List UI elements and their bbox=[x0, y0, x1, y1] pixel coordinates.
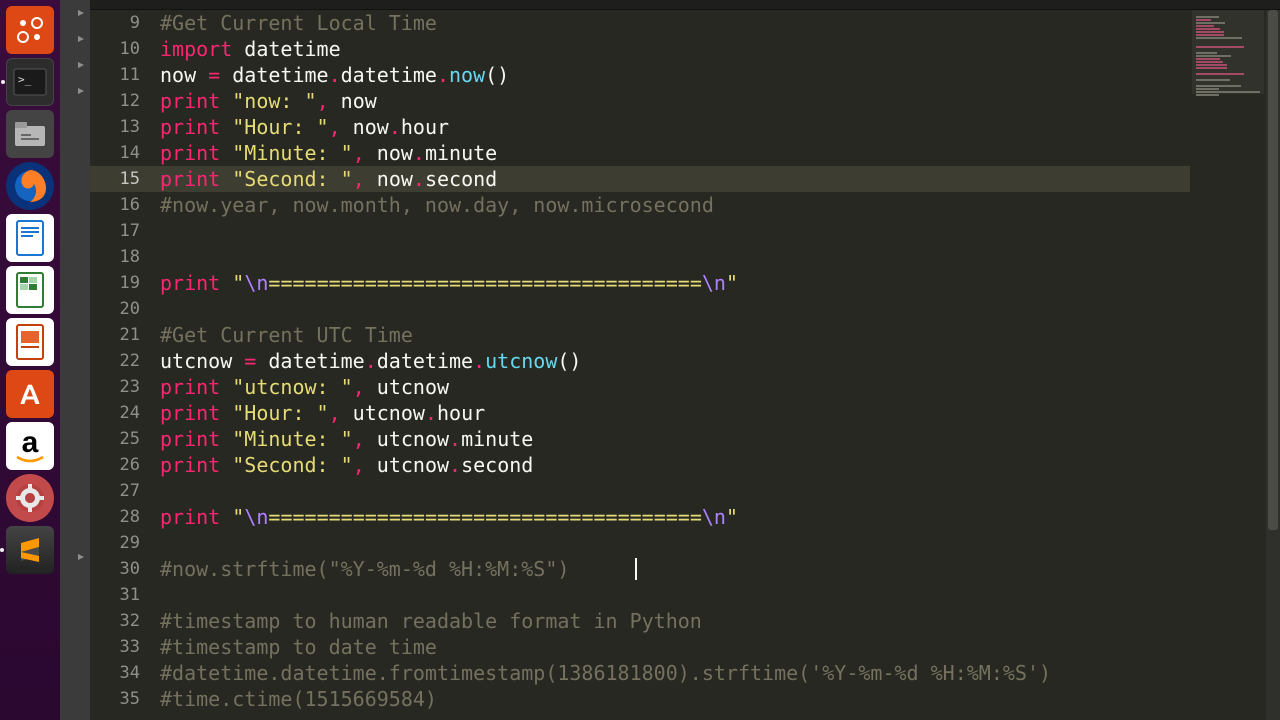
line-number: 13 bbox=[90, 114, 154, 140]
line-number: 31 bbox=[90, 582, 154, 608]
line-number: 24 bbox=[90, 400, 154, 426]
code-line[interactable]: print "now: ", now bbox=[154, 88, 1190, 114]
line-number: 17 bbox=[90, 218, 154, 244]
code-line[interactable]: now = datetime.datetime.now() bbox=[154, 62, 1190, 88]
text-cursor bbox=[635, 558, 637, 580]
code-line[interactable]: print "\n===============================… bbox=[154, 270, 1190, 296]
line-number: 15 bbox=[90, 166, 154, 192]
minimap[interactable] bbox=[1192, 10, 1264, 710]
line-number: 29 bbox=[90, 530, 154, 556]
code-line[interactable]: print "Second: ", utcnow.second bbox=[154, 452, 1190, 478]
terminal-icon[interactable]: >_ bbox=[6, 58, 54, 106]
line-number: 9 bbox=[90, 10, 154, 36]
editor-fold-gutter bbox=[60, 0, 90, 720]
line-number: 22 bbox=[90, 348, 154, 374]
line-number: 26 bbox=[90, 452, 154, 478]
line-number: 10 bbox=[90, 36, 154, 62]
amazon-icon[interactable]: a bbox=[6, 422, 54, 470]
line-number: 30 bbox=[90, 556, 154, 582]
code-line[interactable]: #timestamp to date time bbox=[154, 634, 1190, 660]
impress-icon[interactable] bbox=[6, 318, 54, 366]
line-number: 16 bbox=[90, 192, 154, 218]
line-number: 18 bbox=[90, 244, 154, 270]
code-line[interactable]: print "Hour: ", now.hour bbox=[154, 114, 1190, 140]
code-line[interactable] bbox=[154, 530, 1190, 556]
files-icon[interactable] bbox=[6, 110, 54, 158]
line-number: 33 bbox=[90, 634, 154, 660]
code-line[interactable] bbox=[154, 478, 1190, 504]
fold-marker-icon[interactable] bbox=[78, 554, 84, 560]
line-number: 23 bbox=[90, 374, 154, 400]
code-line[interactable] bbox=[154, 582, 1190, 608]
code-line[interactable] bbox=[154, 296, 1190, 322]
fold-marker-icon[interactable] bbox=[78, 10, 84, 16]
line-number: 32 bbox=[90, 608, 154, 634]
writer-icon[interactable] bbox=[6, 214, 54, 262]
code-line[interactable]: import datetime bbox=[154, 36, 1190, 62]
code-line[interactable]: #timestamp to human readable format in P… bbox=[154, 608, 1190, 634]
code-line[interactable]: print "utcnow: ", utcnow bbox=[154, 374, 1190, 400]
code-line[interactable]: #now.year, now.month, now.day, now.micro… bbox=[154, 192, 1190, 218]
code-line[interactable] bbox=[154, 218, 1190, 244]
line-number-gutter: 9101112131415161718192021222324252627282… bbox=[90, 10, 154, 720]
firefox-icon[interactable] bbox=[6, 162, 54, 210]
code-editor: 9101112131415161718192021222324252627282… bbox=[90, 0, 1280, 720]
ubuntu-software-icon[interactable]: A bbox=[6, 370, 54, 418]
line-number: 35 bbox=[90, 686, 154, 712]
vertical-scrollbar[interactable] bbox=[1266, 10, 1280, 720]
unity-launcher: >_ A a bbox=[0, 0, 60, 720]
code-line[interactable]: #datetime.datetime.fromtimestamp(1386181… bbox=[154, 660, 1190, 686]
line-number: 25 bbox=[90, 426, 154, 452]
code-area[interactable]: #Get Current Local Timeimport datetimeno… bbox=[154, 10, 1190, 720]
fold-marker-icon[interactable] bbox=[78, 36, 84, 42]
code-line[interactable]: print "Minute: ", now.minute bbox=[154, 140, 1190, 166]
code-line[interactable]: print "Minute: ", utcnow.minute bbox=[154, 426, 1190, 452]
code-line[interactable] bbox=[154, 244, 1190, 270]
fold-marker-icon[interactable] bbox=[78, 88, 84, 94]
line-number: 11 bbox=[90, 62, 154, 88]
line-number: 12 bbox=[90, 88, 154, 114]
line-number: 21 bbox=[90, 322, 154, 348]
line-number: 19 bbox=[90, 270, 154, 296]
sublime-icon[interactable] bbox=[6, 526, 54, 574]
code-line[interactable]: #Get Current UTC Time bbox=[154, 322, 1190, 348]
svg-text:>_: >_ bbox=[18, 73, 32, 86]
line-number: 34 bbox=[90, 660, 154, 686]
code-line[interactable]: #Get Current Local Time bbox=[154, 10, 1190, 36]
code-line[interactable]: #now.strftime("%Y-%m-%d %H:%M:%S") bbox=[154, 556, 1190, 582]
scrollbar-thumb[interactable] bbox=[1268, 10, 1278, 530]
code-line[interactable]: utcnow = datetime.datetime.utcnow() bbox=[154, 348, 1190, 374]
code-line[interactable]: #time.ctime(1515669584) bbox=[154, 686, 1190, 712]
code-line[interactable]: print "Second: ", now.second bbox=[154, 166, 1190, 192]
line-number: 20 bbox=[90, 296, 154, 322]
line-number: 14 bbox=[90, 140, 154, 166]
dash-icon[interactable] bbox=[6, 6, 54, 54]
code-line[interactable]: print "\n===============================… bbox=[154, 504, 1190, 530]
settings-gear-icon[interactable] bbox=[6, 474, 54, 522]
code-line[interactable]: print "Hour: ", utcnow.hour bbox=[154, 400, 1190, 426]
tab-bar[interactable] bbox=[90, 0, 1280, 10]
calc-icon[interactable] bbox=[6, 266, 54, 314]
line-number: 27 bbox=[90, 478, 154, 504]
line-number: 28 bbox=[90, 504, 154, 530]
fold-marker-icon[interactable] bbox=[78, 62, 84, 68]
